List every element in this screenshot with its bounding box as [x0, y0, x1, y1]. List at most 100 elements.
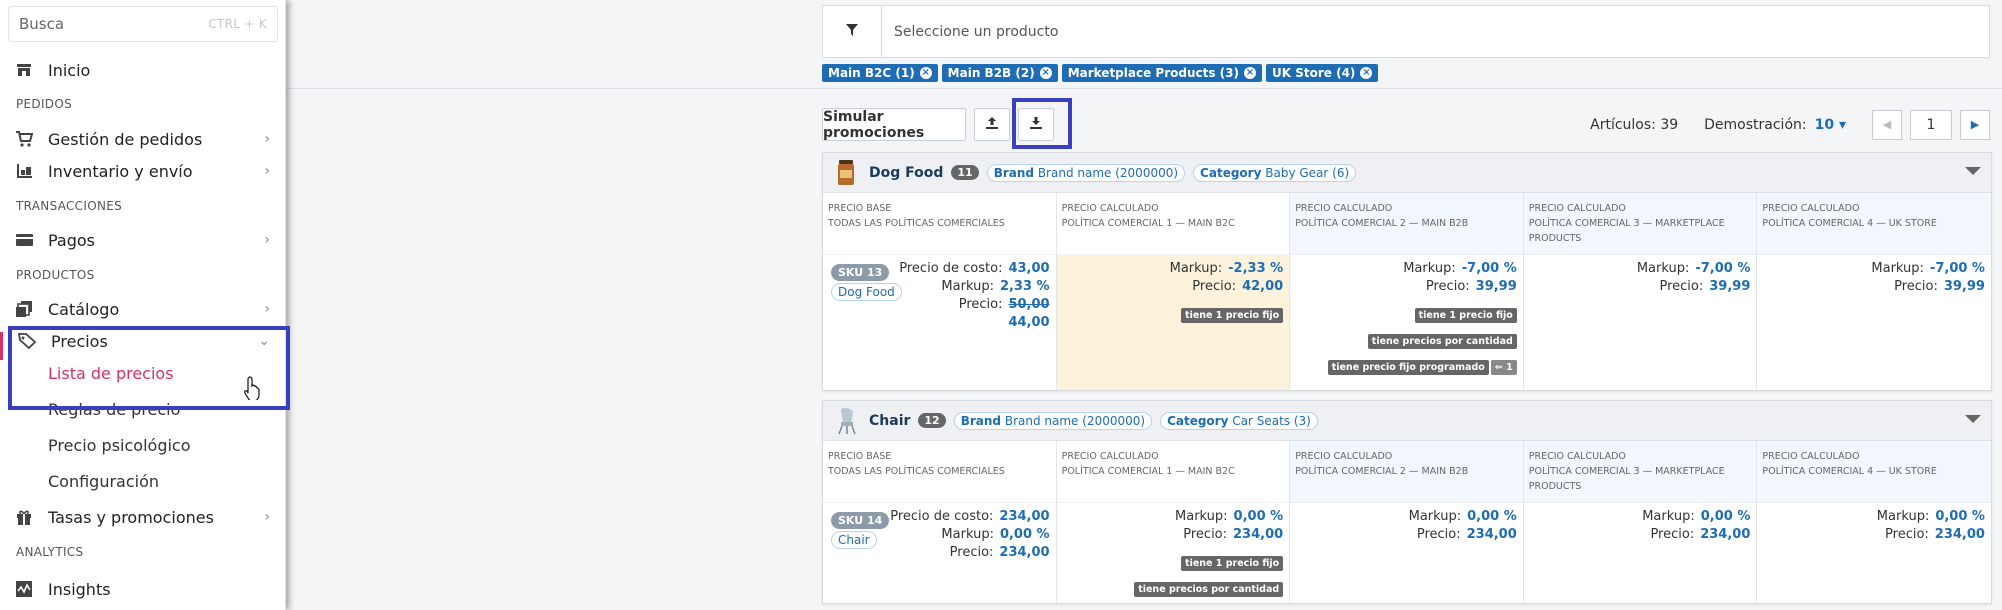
upload-button[interactable] — [974, 108, 1010, 141]
sku-badge[interactable]: SKU 14 — [831, 512, 890, 529]
chevron-right-icon: › — [264, 131, 270, 147]
sidebar-item-label: Catálogo — [48, 299, 120, 319]
new-price-row: 44,00 — [1008, 315, 1050, 330]
sidebar-item-precios[interactable]: Precios ⌄ — [0, 326, 286, 356]
chevron-right-icon: › — [264, 163, 270, 179]
sidebar-item-pagos[interactable]: Pagos › — [0, 225, 286, 255]
search-input[interactable]: Busca CTRL + K — [8, 6, 278, 42]
sidebar-item-catalogo[interactable]: Catálogo › — [0, 294, 286, 324]
column-header: PRECIO CALCULADO POLÍTICA COMERCIAL 2 — M… — [1290, 441, 1523, 503]
sidebar-item-label: Tasas y promociones — [48, 507, 214, 527]
quantity-price-tag[interactable]: tiene precios por cantidad — [1134, 582, 1284, 597]
column-header: PRECIO CALCULADO POLÍTICA COMERCIAL 3 — M… — [1523, 193, 1757, 255]
sidebar-subitem-reglas-precio[interactable]: Reglas de precio — [48, 400, 180, 419]
category-tag[interactable]: Category Car Seats (3) — [1160, 411, 1318, 430]
column-policy-4: PRECIO CALCULADO POLÍTICA COMERCIAL 4 — U… — [1757, 193, 1991, 390]
policy-chips: Main B2C (1) × Main B2B (2) × Marketplace … — [822, 64, 1379, 82]
cost-row: Precio de costo: 234,00 — [890, 509, 1050, 524]
brand-tag[interactable]: Brand Brand name (2000000) — [986, 163, 1186, 182]
sidebar-item-label: Inicio — [48, 60, 91, 80]
fixed-price-tag[interactable]: tiene 1 precio fijo — [1181, 308, 1284, 323]
catalog-icon — [15, 300, 33, 318]
sku-count-badge: 11 — [951, 165, 979, 180]
product-thumbnail — [835, 407, 857, 435]
filter-placeholder: Seleccione un producto — [894, 23, 1059, 40]
column-header: PRECIO CALCULADO POLÍTICA COMERCIAL 4 — U… — [1757, 193, 1991, 255]
next-page-button[interactable]: ▶ — [1960, 109, 1990, 140]
product-card: Chair 12 Brand Brand name (2000000) Cate… — [822, 400, 1992, 604]
column-header: PRECIO CALCULADO POLÍTICA COMERCIAL 2 — M… — [1290, 193, 1523, 255]
quantity-price-tag[interactable]: tiene precios por cantidad — [1367, 334, 1517, 349]
column-header: PRECIO CALCULADO POLÍTICA COMERCIAL 4 — U… — [1757, 441, 1991, 503]
close-icon[interactable]: × — [1244, 67, 1256, 79]
product-header[interactable]: Chair 12 Brand Brand name (2000000) Cate… — [823, 401, 1991, 441]
toolbar: Simular promociones — [822, 108, 1054, 141]
sku-category-tag[interactable]: Dog Food — [831, 283, 902, 301]
column-policy-3: PRECIO CALCULADO POLÍTICA COMERCIAL 3 — M… — [1523, 193, 1758, 390]
download-button[interactable] — [1018, 108, 1054, 141]
chip-marketplace[interactable]: Marketplace Products (3) × — [1061, 64, 1262, 82]
sidebar-subitem-configuracion[interactable]: Configuración — [48, 472, 159, 491]
credit-card-icon — [15, 231, 33, 249]
markup-row: Markup: 0,00 % — [941, 527, 1050, 542]
display-select[interactable]: 10 ▾ — [1815, 117, 1846, 133]
gift-icon — [15, 508, 33, 526]
sidebar-item-insights[interactable]: Insights — [0, 574, 286, 604]
cart-icon — [15, 130, 33, 148]
sidebar-subitem-lista-precios[interactable]: Lista de precios — [48, 364, 174, 383]
price-row: Precio: 50,00 — [958, 297, 1050, 312]
column-base-price: PRECIO BASE TODAS LAS POLÍTICAS COMERCIAL… — [823, 193, 1057, 390]
display-label: Demostración: — [1704, 116, 1807, 133]
sidebar-item-inicio[interactable]: Inicio — [0, 55, 286, 85]
product-name[interactable]: Chair — [869, 413, 910, 429]
section-label-analytics: ANALYTICS — [16, 545, 84, 559]
close-icon[interactable]: × — [1039, 67, 1052, 79]
product-header[interactable]: Dog Food 11 Brand Brand name (2000000) C… — [823, 153, 1991, 193]
column-header: PRECIO CALCULADO POLÍTICA COMERCIAL 1 — M… — [1056, 441, 1290, 503]
page-number-input[interactable]: 1 — [1910, 109, 1952, 140]
chevron-right-icon: › — [264, 301, 270, 317]
collapse-caret-icon[interactable] — [1965, 415, 1981, 423]
section-label-transacciones: TRANSACCIONES — [16, 199, 123, 213]
chip-main-b2c[interactable]: Main B2C (1) × — [822, 64, 938, 82]
sidebar-item-gestion-pedidos[interactable]: Gestión de pedidos › — [0, 124, 286, 154]
product-filter[interactable]: Seleccione un producto — [822, 5, 1990, 58]
filter-icon — [846, 23, 858, 40]
close-icon[interactable]: × — [919, 67, 932, 79]
inventory-icon — [15, 162, 33, 180]
scheduled-count-badge[interactable]: ⇐ 1 — [1490, 360, 1517, 375]
fixed-price-tag[interactable]: tiene 1 precio fijo — [1414, 308, 1517, 323]
sidebar-item-label: Pagos — [48, 230, 96, 250]
prev-page-button[interactable]: ◀ — [1872, 109, 1902, 140]
chevron-right-icon: › — [264, 232, 270, 248]
column-policy-4: PRECIO CALCULADO POLÍTICA COMERCIAL 4 — U… — [1757, 441, 1991, 603]
sidebar-item-inventario[interactable]: Inventario y envío › — [0, 156, 286, 186]
search-placeholder: Busca — [19, 15, 65, 33]
scheduled-price-tag[interactable]: tiene precio fijo programado — [1327, 360, 1489, 375]
sidebar-item-label: Precios — [51, 331, 108, 351]
category-tag[interactable]: Category Baby Gear (6) — [1193, 163, 1357, 182]
simulate-promotions-button[interactable]: Simular promociones — [822, 108, 966, 141]
column-header: PRECIO CALCULADO POLÍTICA COMERCIAL 1 — M… — [1056, 193, 1290, 255]
chip-uk-store[interactable]: UK Store (4) × — [1266, 64, 1379, 82]
sidebar-item-tasas[interactable]: Tasas y promociones › — [0, 502, 286, 532]
chevron-right-icon: › — [264, 509, 270, 525]
column-policy-1: PRECIO CALCULADO POLÍTICA COMERCIAL 1 — M… — [1056, 441, 1291, 603]
column-policy-2: PRECIO CALCULADO POLÍTICA COMERCIAL 2 — M… — [1290, 441, 1524, 603]
pagination: Artículos: 39 Demostración: 10 ▾ ◀ 1 ▶ — [1590, 108, 1990, 141]
brand-tag[interactable]: Brand Brand name (2000000) — [953, 411, 1153, 430]
close-icon[interactable]: × — [1360, 67, 1373, 79]
filter-button[interactable] — [823, 6, 882, 57]
sidebar-item-label: Inventario y envío — [48, 161, 193, 181]
product-name[interactable]: Dog Food — [869, 165, 943, 181]
fixed-price-tag[interactable]: tiene 1 precio fijo — [1181, 556, 1284, 571]
sku-badge[interactable]: SKU 13 — [831, 264, 890, 281]
column-base-price: PRECIO BASE TODAS LAS POLÍTICAS COMERCIAL… — [823, 441, 1057, 603]
sidebar-subitem-precio-psicologico[interactable]: Precio psicológico — [48, 436, 191, 455]
upload-icon — [986, 116, 998, 133]
column-header: PRECIO BASE TODAS LAS POLÍTICAS COMERCIAL… — [823, 441, 1056, 503]
sku-category-tag[interactable]: Chair — [831, 531, 877, 549]
section-label-pedidos: PEDIDOS — [16, 97, 73, 111]
collapse-caret-icon[interactable] — [1965, 167, 1981, 175]
chip-main-b2b[interactable]: Main B2B (2) × — [941, 64, 1058, 82]
